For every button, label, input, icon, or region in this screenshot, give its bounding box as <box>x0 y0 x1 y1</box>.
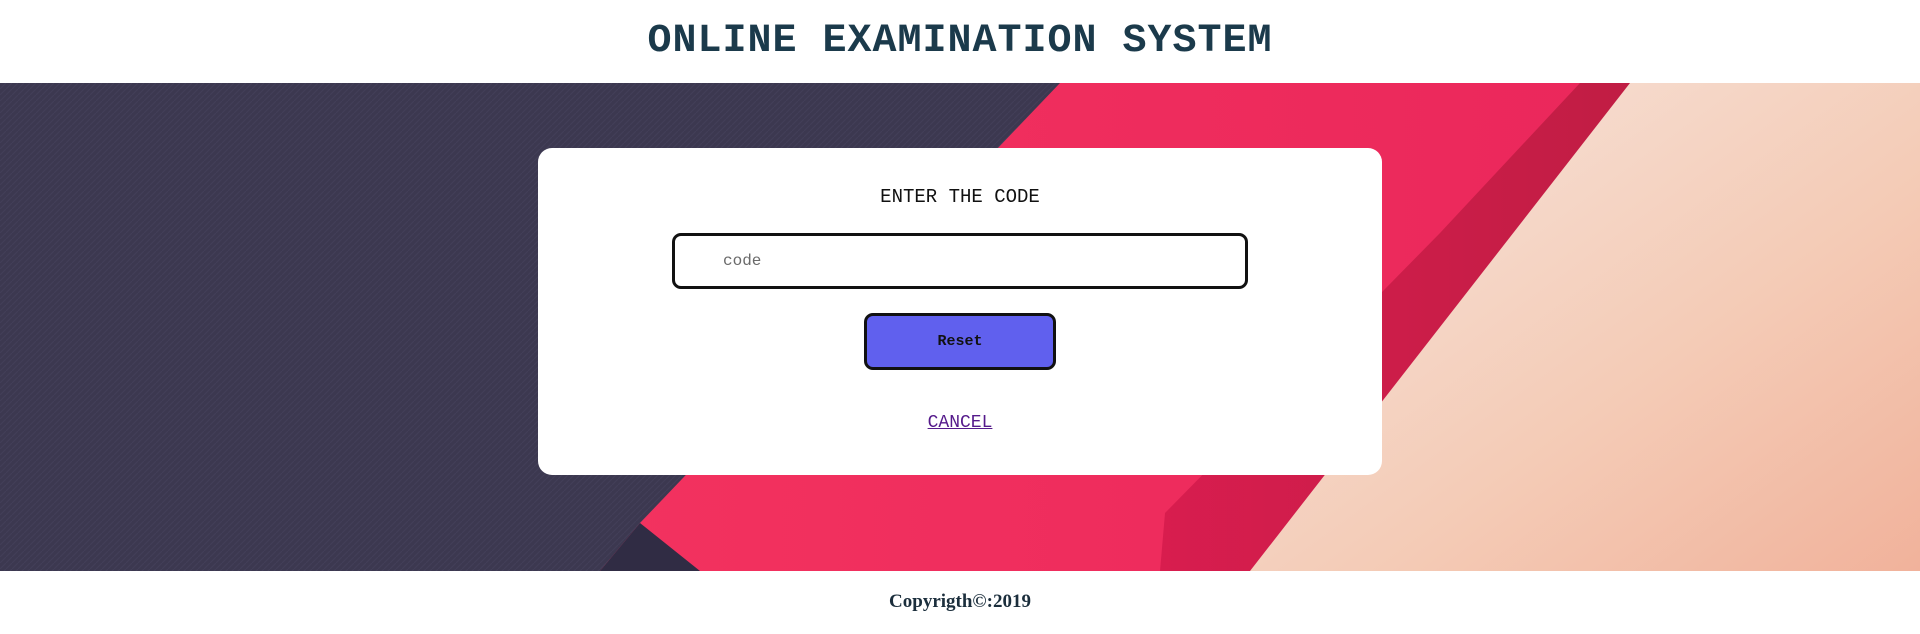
code-entry-card: ENTER THE CODE Reset CANCEL <box>538 148 1382 475</box>
site-header: ONLINE EXAMINATION SYSTEM <box>0 0 1920 83</box>
site-footer: Copyrigth©:2019 <box>0 571 1920 634</box>
site-title: ONLINE EXAMINATION SYSTEM <box>647 19 1273 64</box>
form-heading: ENTER THE CODE <box>880 186 1040 208</box>
cancel-link[interactable]: CANCEL <box>538 413 1382 433</box>
reset-button[interactable]: Reset <box>864 313 1056 370</box>
copyright-text: Copyrigth©:2019 <box>889 591 1031 612</box>
code-input[interactable] <box>672 233 1248 289</box>
